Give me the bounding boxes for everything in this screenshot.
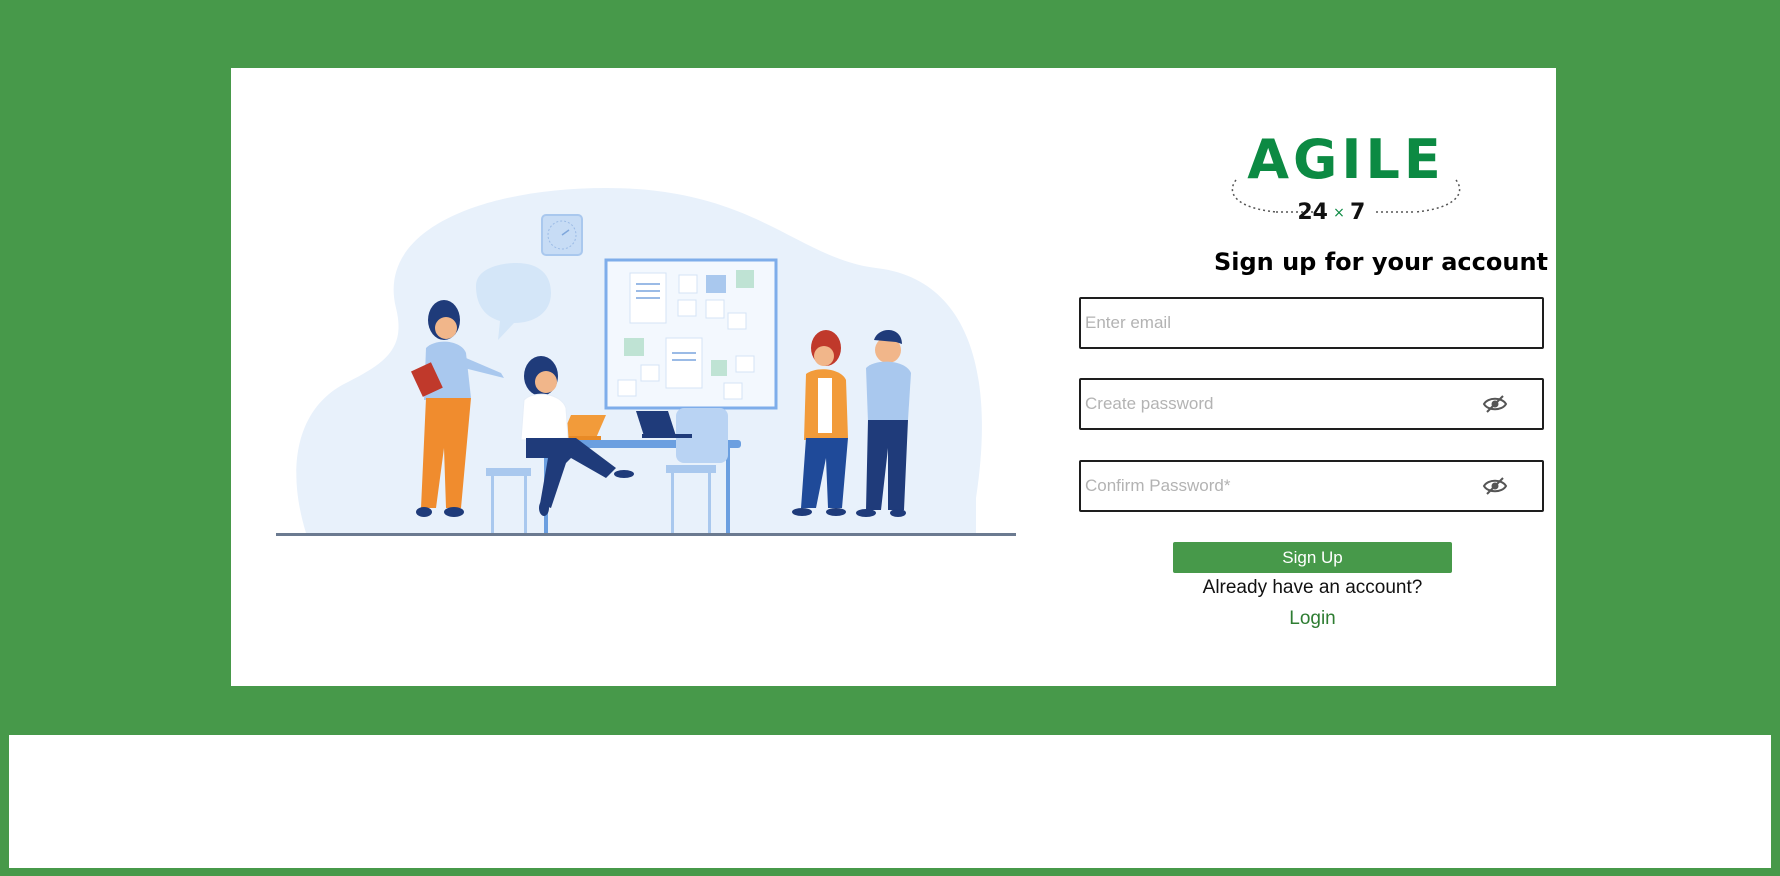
team-illustration [276,188,1016,536]
confirm-password-input[interactable] [1081,462,1465,510]
password-field [1079,378,1544,430]
eye-slash-icon[interactable] [1482,394,1508,414]
footer-panel [9,735,1771,868]
signup-card: AGILE 24 × 7 Sign up for your account Si… [231,68,1556,686]
svg-text:7: 7 [1350,200,1365,225]
confirm-password-field [1079,460,1544,512]
password-input[interactable] [1081,380,1465,428]
eye-slash-icon[interactable] [1482,476,1508,496]
login-link[interactable]: Login [1173,608,1452,630]
email-field [1079,297,1544,349]
signup-heading: Sign up for your account [1213,248,1549,276]
sign-up-button[interactable]: Sign Up [1173,542,1452,573]
svg-text:24: 24 [1297,200,1328,225]
email-input[interactable] [1081,299,1465,347]
agile-24x7-logo: AGILE 24 × 7 [1231,128,1461,225]
svg-text:AGILE: AGILE [1247,128,1445,191]
already-have-account-text: Already have an account? [1202,577,1423,598]
svg-text:×: × [1333,205,1345,221]
